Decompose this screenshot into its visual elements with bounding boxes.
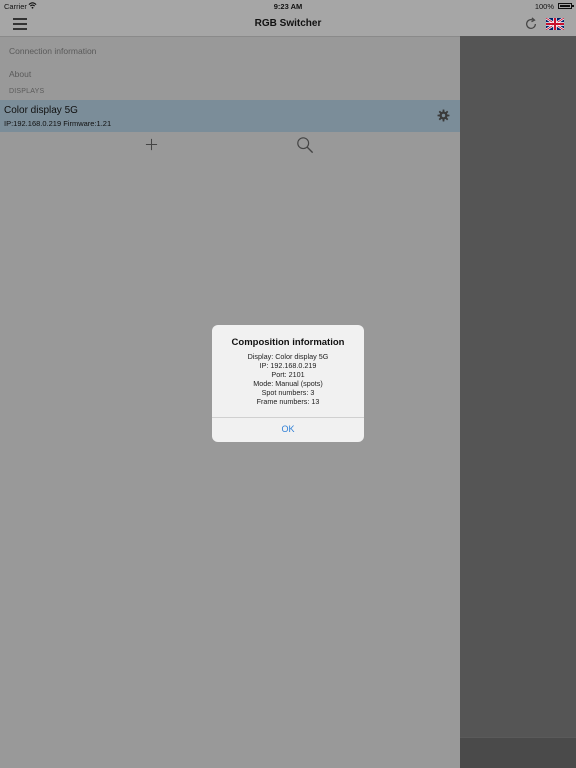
ok-button[interactable]: OK (212, 417, 364, 442)
dialog-line-port: Port: 2101 (271, 370, 305, 379)
detail-panel-footer (460, 737, 576, 768)
sidebar-item-about[interactable]: About (9, 69, 31, 79)
status-time: 9:23 AM (273, 2, 303, 11)
battery-percent: 100% (534, 2, 554, 11)
dialog-line-frame-numbers: Frame numbers: 13 (256, 397, 320, 406)
dialog-line-ip: IP: 192.168.0.219 (259, 361, 317, 370)
status-bar: Carrier 9:23 AM 100% (0, 0, 576, 12)
navigation-bar: RGB Switcher (0, 12, 576, 37)
page-title: RGB Switcher (254, 18, 322, 29)
display-detail: IP:192.168.0.219 Firmware:1.21 (4, 119, 112, 128)
dialog-title: Composition information (231, 337, 345, 348)
sidebar-item-connection-information[interactable]: Connection information (9, 46, 96, 56)
battery-icon (558, 3, 574, 9)
dialog-line-display: Display: Color display 5G (247, 352, 329, 361)
gear-icon[interactable] (437, 109, 450, 122)
refresh-icon[interactable] (524, 17, 538, 31)
display-name: Color display 5G (4, 105, 78, 116)
uk-flag-icon[interactable] (546, 18, 564, 30)
search-icon[interactable] (296, 136, 314, 154)
plus-icon[interactable] (145, 138, 158, 151)
displays-section-header: DISPLAYS (9, 88, 45, 95)
dialog-message: Display: Color display 5G IP: 192.168.0.… (212, 352, 364, 406)
composition-info-dialog: Composition information Display: Color d… (212, 325, 364, 442)
dialog-line-spot-numbers: Spot numbers: 3 (261, 388, 315, 397)
detail-panel (460, 36, 576, 768)
display-list-item[interactable]: Color display 5G IP:192.168.0.219 Firmwa… (0, 100, 460, 132)
dialog-line-mode: Mode: Manual (spots) (253, 379, 323, 388)
